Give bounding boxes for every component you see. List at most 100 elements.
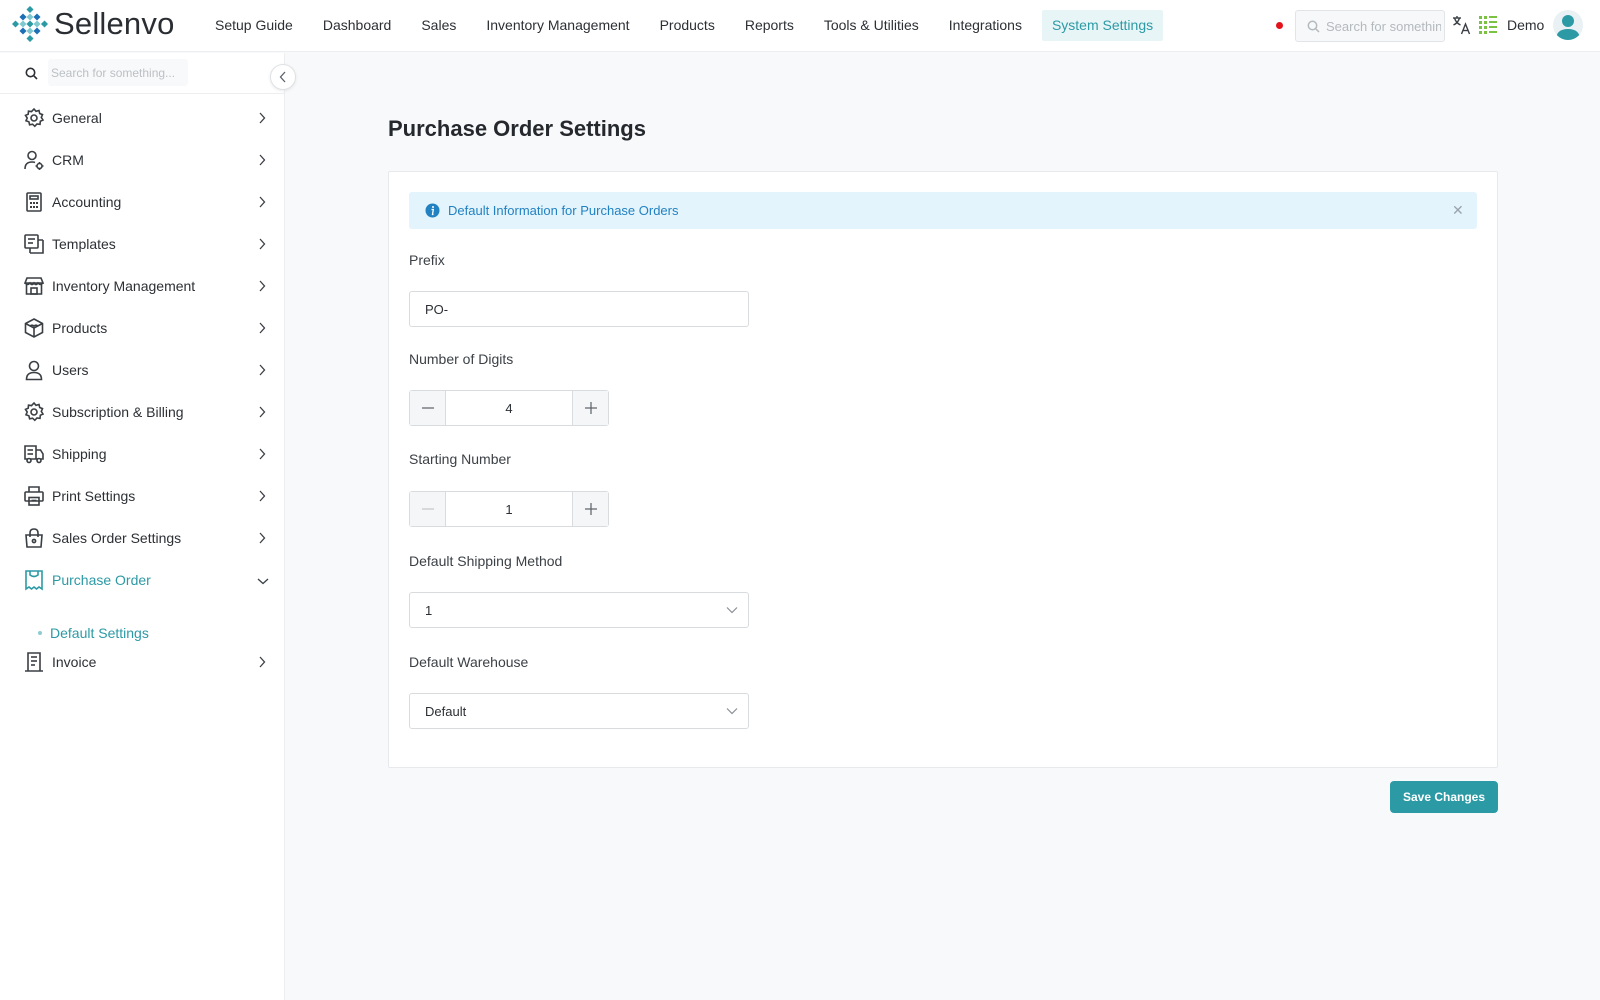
sidebar-item-label: Purchase Order	[52, 572, 151, 588]
nav-integrations[interactable]: Integrations	[934, 10, 1037, 41]
sidebar-item-label: CRM	[52, 152, 84, 168]
sidebar-subitem-label: Default Settings	[50, 625, 149, 641]
close-icon[interactable]: ✕	[1452, 201, 1464, 219]
apps-grid-icon[interactable]	[1478, 15, 1498, 35]
printer-icon	[24, 486, 44, 506]
nav-dashboard[interactable]: Dashboard	[308, 10, 407, 41]
sidebar-item-label: Shipping	[52, 446, 107, 462]
calculator-icon	[26, 192, 42, 212]
starting-number-label: Starting Number	[409, 451, 511, 467]
store-icon	[23, 277, 45, 295]
warehouse-value: Default	[425, 704, 467, 719]
sidebar-item-label: Print Settings	[52, 488, 136, 504]
sidebar-item-label: Products	[52, 320, 108, 336]
nav-reports[interactable]: Reports	[730, 10, 809, 41]
top-search-input[interactable]	[1326, 11, 1441, 41]
sidebar-item-templates[interactable]: Templates	[0, 223, 285, 265]
minus-icon	[421, 508, 434, 510]
sidebar-item-crm[interactable]: CRM	[0, 139, 285, 181]
save-changes-button[interactable]: Save Changes	[1390, 781, 1498, 813]
chevron-right-icon	[259, 196, 266, 208]
chevron-right-icon	[259, 490, 266, 502]
decrement-button[interactable]	[410, 391, 446, 425]
receipt-icon	[25, 570, 43, 591]
nav-system-settings[interactable]: System Settings	[1041, 10, 1164, 41]
templates-icon	[24, 234, 44, 254]
sidebar-item-print-settings[interactable]: Print Settings	[0, 475, 285, 517]
warehouse-label: Default Warehouse	[409, 654, 529, 670]
shipping-method-value: 1	[425, 603, 433, 618]
sidebar-item-inventory-management[interactable]: Inventory Management	[0, 265, 285, 307]
chevron-right-icon	[259, 656, 266, 668]
digits-value[interactable]: 4	[446, 401, 572, 416]
starting-number-stepper[interactable]: 1	[409, 491, 609, 527]
translate-icon[interactable]	[1452, 15, 1472, 35]
chevron-down-icon	[257, 578, 269, 585]
sidebar-search[interactable]	[0, 53, 285, 94]
truck-icon	[24, 445, 44, 464]
increment-button[interactable]	[572, 492, 608, 526]
chevron-left-icon	[279, 71, 286, 83]
sidebar-item-general[interactable]: General	[0, 97, 285, 139]
warehouse-select[interactable]: Default	[409, 693, 749, 729]
chevron-right-icon	[259, 364, 266, 376]
avatar[interactable]	[1553, 10, 1583, 40]
sidebar-item-products[interactable]: Products	[0, 307, 285, 349]
prefix-input[interactable]	[409, 291, 749, 327]
box-icon	[24, 318, 44, 338]
chevron-right-icon	[259, 154, 266, 166]
nav-sales[interactable]: Sales	[406, 10, 471, 41]
sidebar-item-label: Templates	[52, 236, 116, 252]
user-gear-icon	[24, 150, 44, 170]
chevron-right-icon	[259, 322, 266, 334]
digits-label: Number of Digits	[409, 351, 514, 367]
increment-button[interactable]	[572, 391, 608, 425]
sidebar: General CRM Accounting	[0, 53, 285, 1000]
sidebar-item-shipping[interactable]: Shipping	[0, 433, 285, 475]
search-icon	[25, 67, 38, 80]
main-nav: Setup Guide Dashboard Sales Inventory Ma…	[200, 10, 1164, 41]
sidebar-item-subscription-billing[interactable]: Subscription & Billing	[0, 391, 285, 433]
shopping-bag-icon	[25, 528, 43, 548]
sidebar-search-input[interactable]	[48, 59, 188, 86]
sidebar-item-accounting[interactable]: Accounting	[0, 181, 285, 223]
sellenvo-logo-icon	[12, 6, 48, 42]
user-name[interactable]: Demo	[1507, 17, 1544, 33]
shipping-method-select[interactable]: 1	[409, 592, 749, 628]
app-logo[interactable]: Sellenvo	[12, 6, 175, 42]
info-alert: Default Information for Purchase Orders …	[409, 192, 1477, 229]
sidebar-item-label: Subscription & Billing	[52, 404, 184, 420]
top-search[interactable]	[1295, 10, 1445, 42]
user-icon	[25, 360, 43, 381]
chevron-right-icon	[259, 406, 266, 418]
sidebar-item-label: Users	[52, 362, 89, 378]
recording-indicator	[1276, 22, 1283, 29]
sidebar-item-label: General	[52, 110, 102, 126]
minus-icon	[421, 407, 434, 409]
chevron-right-icon	[259, 238, 266, 250]
page-title: Purchase Order Settings	[388, 116, 646, 141]
chevron-down-icon	[726, 607, 738, 614]
gear-icon	[24, 401, 45, 422]
sidebar-item-sales-order-settings[interactable]: Sales Order Settings	[0, 517, 285, 559]
plus-icon	[584, 503, 597, 515]
sidebar-item-invoice[interactable]: Invoice	[0, 641, 285, 683]
sidebar-collapse-button[interactable]	[270, 64, 296, 90]
info-icon	[425, 203, 440, 218]
nav-products[interactable]: Products	[645, 10, 730, 41]
sidebar-item-purchase-order[interactable]: Purchase Order	[0, 559, 285, 601]
plus-icon	[584, 402, 597, 414]
chevron-right-icon	[259, 280, 266, 292]
sidebar-item-users[interactable]: Users	[0, 349, 285, 391]
sidebar-item-label: Invoice	[52, 654, 97, 670]
prefix-label: Prefix	[409, 252, 445, 268]
chevron-right-icon	[259, 532, 266, 544]
search-icon	[1307, 20, 1320, 33]
sidebar-item-label: Accounting	[52, 194, 122, 210]
nav-tools-utilities[interactable]: Tools & Utilities	[809, 10, 934, 41]
decrement-button[interactable]	[410, 492, 446, 526]
nav-inventory-management[interactable]: Inventory Management	[471, 10, 644, 41]
nav-setup-guide[interactable]: Setup Guide	[200, 10, 308, 41]
starting-number-value[interactable]: 1	[446, 502, 572, 517]
digits-stepper[interactable]: 4	[409, 390, 609, 426]
